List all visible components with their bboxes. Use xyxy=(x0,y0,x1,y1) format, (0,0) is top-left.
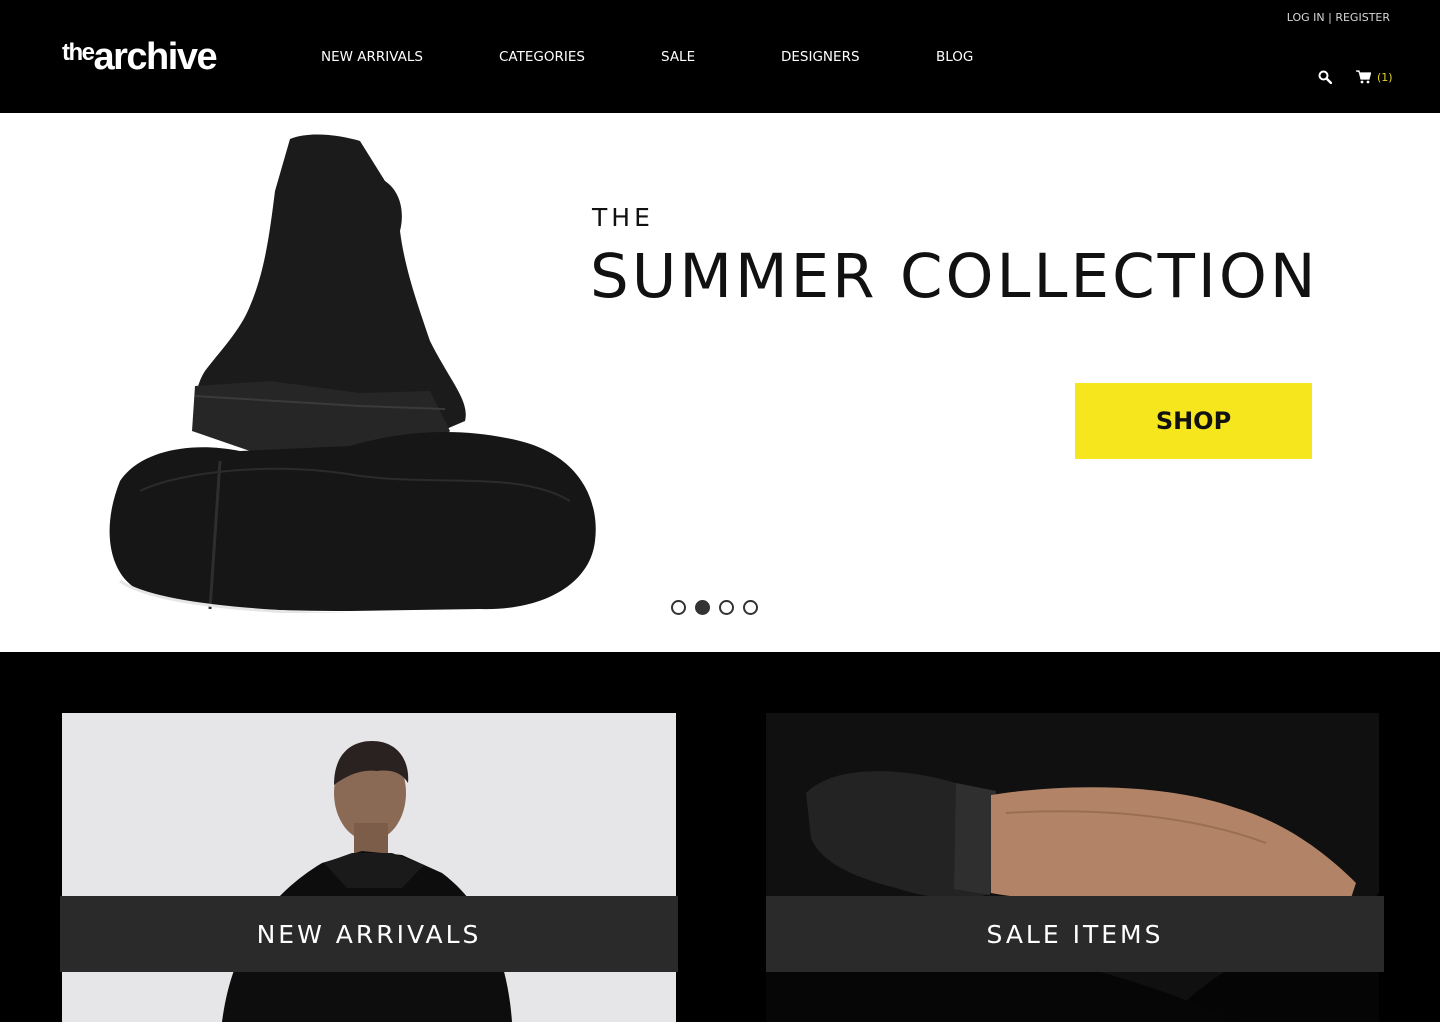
login-link[interactable]: LOG IN xyxy=(1287,11,1325,24)
new-arrivals-tile[interactable] xyxy=(62,713,676,1022)
sale-items-label[interactable]: SALE ITEMS xyxy=(766,896,1384,972)
boot-image xyxy=(109,134,596,613)
nav-blog[interactable]: BLOG xyxy=(936,49,973,65)
sale-items-tile[interactable] xyxy=(766,713,1379,1022)
carousel-dot-3[interactable] xyxy=(719,600,734,615)
nav-categories[interactable]: CATEGORIES xyxy=(499,49,585,65)
sale-items-image xyxy=(766,713,1379,1022)
new-arrivals-image xyxy=(62,713,676,1022)
carousel-dot-4[interactable] xyxy=(743,600,758,615)
hero-kicker: THE xyxy=(592,203,654,232)
nav-sale[interactable]: SALE xyxy=(661,49,695,65)
carousel-dot-2[interactable] xyxy=(695,600,710,615)
hero-title: SUMMER COLLECTION xyxy=(590,241,1319,312)
cart-icon[interactable] xyxy=(1356,70,1371,84)
site-logo[interactable]: thearchive xyxy=(62,36,218,78)
account-links: LOG IN | REGISTER xyxy=(1287,11,1390,24)
search-icon[interactable] xyxy=(1318,70,1332,84)
shop-button[interactable]: SHOP xyxy=(1075,383,1312,459)
nav-new-arrivals[interactable]: NEW ARRIVALS xyxy=(321,49,423,65)
logo-archive: archive xyxy=(93,36,218,78)
account-separator: | xyxy=(1328,11,1332,24)
site-header: thearchive NEW ARRIVALS CATEGORIES SALE … xyxy=(0,0,1440,113)
carousel-dot-1[interactable] xyxy=(671,600,686,615)
cart-count[interactable]: (1) xyxy=(1377,71,1393,84)
new-arrivals-label[interactable]: NEW ARRIVALS xyxy=(60,896,678,972)
carousel-dots xyxy=(671,600,758,615)
nav-designers[interactable]: DESIGNERS xyxy=(781,49,860,65)
hero-banner: THE SUMMER COLLECTION SHOP xyxy=(0,113,1440,652)
logo-the: the xyxy=(62,39,95,66)
register-link[interactable]: REGISTER xyxy=(1335,11,1390,24)
